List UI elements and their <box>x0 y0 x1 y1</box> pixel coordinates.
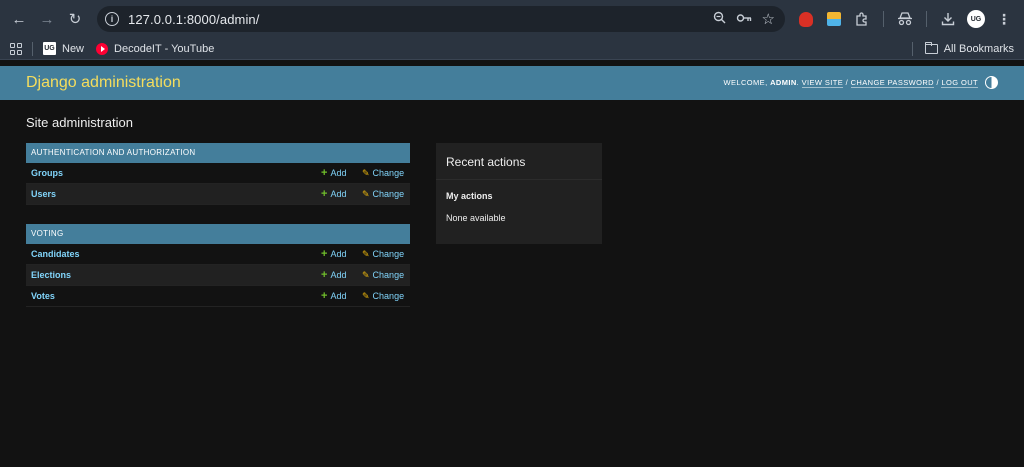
my-actions-heading: My actions <box>446 191 493 201</box>
bookmarks-bar: UG New DecodeIT - YouTube All Bookmarks <box>0 38 1024 60</box>
username: admin <box>770 78 797 87</box>
bookmarks-divider <box>911 42 913 56</box>
table-row: Groups + Add ✎ Change <box>26 163 410 184</box>
add-plus-icon: + <box>321 269 328 281</box>
add-elections-button[interactable]: + Add <box>321 269 346 281</box>
address-url[interactable]: 127.0.0.1:8000/admin/ <box>128 12 259 27</box>
change-votes-button[interactable]: ✎ Change <box>362 291 404 302</box>
site-info-icon[interactable]: i <box>105 12 119 26</box>
add-plus-icon: + <box>321 248 328 260</box>
view-site-link[interactable]: View site <box>801 78 844 88</box>
bookmark-star-icon[interactable]: ☆ <box>762 10 775 28</box>
theme-toggle-icon[interactable] <box>985 76 998 89</box>
welcome-text: Welcome, <box>723 78 771 87</box>
model-link-candidates[interactable]: Candidates <box>31 249 80 259</box>
table-row: Votes + Add ✎ Change <box>26 286 410 307</box>
zoom-icon[interactable] <box>713 11 726 27</box>
pencil-icon: ✎ <box>362 167 370 178</box>
extension-red-icon[interactable] <box>795 8 817 30</box>
app-module-voting: Voting Candidates + Add ✎ Change Elections… <box>26 224 410 307</box>
bookmark-decodeit[interactable]: DecodeIT - YouTube <box>96 42 215 55</box>
change-elections-button[interactable]: ✎ Change <box>362 270 404 281</box>
extensions-puzzle-icon[interactable] <box>851 8 873 30</box>
extension-notes-icon[interactable] <box>823 8 845 30</box>
change-password-link[interactable]: Change password <box>850 78 934 88</box>
address-bar[interactable]: i 127.0.0.1:8000/admin/ ☆ <box>97 6 785 32</box>
add-plus-icon: + <box>321 167 328 179</box>
extensions-area: UG ⋮ <box>795 0 1015 38</box>
download-icon[interactable] <box>937 8 959 30</box>
user-tools: Welcome, admin. View site / Change passw… <box>723 78 978 88</box>
recent-actions-title: Recent actions <box>446 155 526 169</box>
forward-arrow-icon[interactable]: → <box>33 5 61 33</box>
table-row: Elections + Add ✎ Change <box>26 265 410 286</box>
add-groups-button[interactable]: + Add <box>321 167 346 179</box>
all-bookmarks[interactable]: All Bookmarks <box>902 38 1014 60</box>
add-plus-icon: + <box>321 188 328 200</box>
app-caption-auth[interactable]: Authentication and Authorization <box>26 143 410 163</box>
folder-icon <box>924 42 938 54</box>
pencil-icon: ✎ <box>362 269 370 280</box>
apps-grid-icon[interactable] <box>10 42 22 55</box>
add-plus-icon: + <box>321 290 328 302</box>
incognito-icon[interactable] <box>894 8 916 30</box>
youtube-icon <box>96 42 109 55</box>
table-row: Candidates + Add ✎ Change <box>26 244 410 265</box>
back-arrow-icon[interactable]: ← <box>5 5 33 33</box>
menu-kebab-icon[interactable]: ⋮ <box>993 8 1015 30</box>
bookmark-label: New <box>62 42 85 55</box>
bookmark-label: DecodeIT - YouTube <box>114 42 215 55</box>
add-candidates-button[interactable]: + Add <box>321 248 346 260</box>
toolbar-divider <box>883 11 884 27</box>
reload-icon[interactable]: ↻ <box>61 5 89 33</box>
model-link-users[interactable]: Users <box>31 189 56 199</box>
browser-toolbar: ← → ↻ i 127.0.0.1:8000/admin/ ☆ UG ⋮ <box>0 0 1024 38</box>
tools-separator: / <box>843 78 851 87</box>
app-caption-voting[interactable]: Voting <box>26 224 410 244</box>
change-users-button[interactable]: ✎ Change <box>362 189 404 200</box>
pencil-icon: ✎ <box>362 290 370 301</box>
pencil-icon: ✎ <box>362 248 370 259</box>
pencil-icon: ✎ <box>362 188 370 199</box>
password-key-icon[interactable] <box>736 12 752 27</box>
recent-divider <box>436 179 602 180</box>
site-branding[interactable]: Django administration <box>26 74 181 92</box>
app-module-auth: Authentication and Authorization Groups … <box>26 143 410 205</box>
model-link-groups[interactable]: Groups <box>31 168 63 178</box>
no-actions-text: None available <box>446 213 506 223</box>
all-bookmarks-label: All Bookmarks <box>943 43 1014 55</box>
omnibox-actions: ☆ <box>713 6 775 32</box>
django-header: Django administration Welcome, admin. Vi… <box>0 66 1024 100</box>
toolbar-divider <box>926 11 927 27</box>
log-out-link[interactable]: Log out <box>941 78 978 88</box>
model-link-votes[interactable]: Votes <box>31 291 55 301</box>
page-title: Site administration <box>26 115 133 130</box>
change-groups-button[interactable]: ✎ Change <box>362 168 404 179</box>
profile-avatar[interactable]: UG <box>965 8 987 30</box>
add-votes-button[interactable]: + Add <box>321 290 346 302</box>
uc-favicon-icon: UG <box>43 42 56 55</box>
change-candidates-button[interactable]: ✎ Change <box>362 249 404 260</box>
bookmarks-divider <box>32 41 33 56</box>
add-users-button[interactable]: + Add <box>321 188 346 200</box>
recent-actions-panel: Recent actions My actions None available <box>436 143 602 244</box>
bookmark-new[interactable]: UG New <box>43 42 84 55</box>
model-link-elections[interactable]: Elections <box>31 270 71 280</box>
table-row: Users + Add ✎ Change <box>26 184 410 205</box>
